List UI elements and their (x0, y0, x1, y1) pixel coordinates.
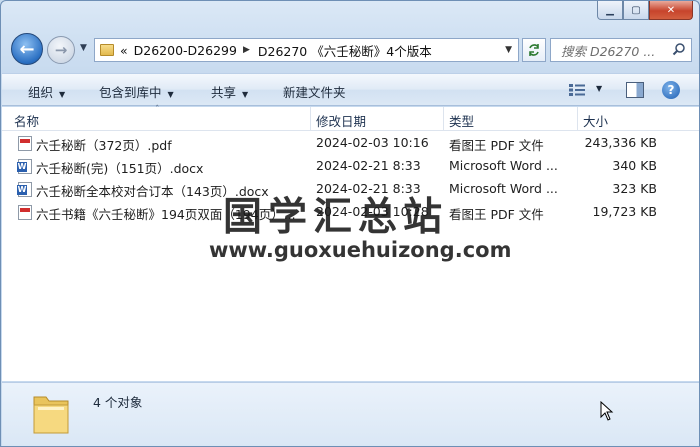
item-count: 4 个对象 (93, 395, 143, 410)
preview-pane-icon[interactable] (626, 82, 644, 98)
file-type: Microsoft Word ... (449, 181, 558, 196)
word-file-icon (17, 182, 32, 197)
column-header-row: ˆ 名称 修改日期 类型 大小 (2, 105, 699, 131)
search-input[interactable]: 搜索 D26270 ... (550, 38, 692, 62)
file-date: 2024-02-03 10:16 (316, 135, 429, 150)
refresh-icon (529, 44, 539, 56)
file-row[interactable]: 六壬秘断（372页）.pdf 2024-02-03 10:16 看图王 PDF … (2, 132, 699, 154)
column-name[interactable]: 名称 (14, 111, 39, 130)
forward-button[interactable]: → (47, 36, 75, 64)
view-dropdown-icon[interactable]: ▼ (596, 84, 602, 93)
address-bar[interactable]: « D26200-D26299 ▶ D26270 《六壬秘断》4个版本 ▼ (94, 38, 519, 62)
caption-buttons: ▁ ▢ ✕ (597, 1, 693, 20)
mouse-cursor-icon (600, 401, 614, 421)
folder-icon (33, 396, 69, 434)
column-divider[interactable] (310, 107, 311, 131)
folder-icon (100, 44, 114, 56)
column-date[interactable]: 修改日期 (316, 111, 366, 130)
command-toolbar: 组织 ▼ 包含到库中 ▼ 共享 ▼ 新建文件夹 ▼ ? (2, 73, 699, 106)
breadcrumb-current[interactable]: D26270 《六壬秘断》4个版本 (258, 41, 432, 60)
watermark-title: 国学汇总站 (223, 195, 449, 240)
file-type: 看图王 PDF 文件 (449, 207, 544, 222)
column-divider[interactable] (577, 107, 578, 131)
file-name: 六壬秘断（372页）.pdf (36, 138, 172, 153)
column-divider[interactable] (443, 107, 444, 131)
word-file-icon (17, 159, 32, 174)
help-icon[interactable]: ? (662, 81, 680, 99)
file-type: 看图王 PDF 文件 (449, 138, 544, 153)
organize-label: 组织 (28, 85, 54, 100)
navigation-bar: ← → ▼ « D26200-D26299 ▶ D26270 《六壬秘断》4个版… (1, 31, 699, 67)
watermark-url: www.guoxuehuizong.com (209, 238, 512, 262)
chevron-down-icon: ▼ (242, 90, 249, 99)
breadcrumb-parent[interactable]: D26200-D26299 (134, 43, 237, 58)
minimize-button[interactable]: ▁ (597, 1, 623, 20)
details-pane: 4 个对象 (2, 382, 699, 446)
share-menu[interactable]: 共享 ▼ (211, 82, 248, 101)
organize-menu[interactable]: 组织 ▼ (28, 82, 65, 101)
sort-ascending-icon: ˆ (155, 105, 160, 115)
file-type: Microsoft Word ... (449, 158, 558, 173)
back-button[interactable]: ← (11, 33, 43, 65)
include-in-library-menu[interactable]: 包含到库中 ▼ (99, 82, 174, 101)
recent-pages-dropdown-icon[interactable]: ▼ (80, 43, 87, 53)
file-size: 243,336 KB (584, 135, 657, 150)
file-size: 19,723 KB (592, 204, 657, 219)
file-size: 323 KB (612, 181, 657, 196)
maximize-button[interactable]: ▢ (623, 1, 649, 20)
file-row[interactable]: 六壬秘断(完)（151页）.docx 2024-02-21 8:33 Micro… (2, 155, 699, 177)
search-placeholder: 搜索 D26270 ... (561, 43, 656, 59)
file-date: 2024-02-21 8:33 (316, 158, 421, 173)
address-dropdown-icon[interactable]: ▼ (505, 45, 512, 55)
search-icon[interactable] (672, 42, 686, 56)
change-view-icon[interactable] (568, 83, 586, 97)
address-overflow[interactable]: « (120, 43, 128, 58)
include-library-label: 包含到库中 (99, 85, 162, 100)
breadcrumb-separator-icon[interactable]: ▶ (243, 45, 250, 55)
column-size[interactable]: 大小 (583, 111, 608, 130)
refresh-button[interactable] (522, 38, 546, 62)
share-label: 共享 (211, 85, 237, 100)
close-button[interactable]: ✕ (649, 1, 693, 20)
new-folder-button[interactable]: 新建文件夹 (283, 82, 346, 101)
explorer-window: ▁ ▢ ✕ ← → ▼ « D26200-D26299 ▶ D26270 《六壬… (0, 0, 700, 447)
file-size: 340 KB (612, 158, 657, 173)
pdf-file-icon (18, 205, 32, 220)
pdf-file-icon (18, 136, 32, 151)
column-type[interactable]: 类型 (449, 111, 474, 130)
chevron-down-icon: ▼ (167, 90, 174, 99)
chevron-down-icon: ▼ (59, 90, 66, 99)
file-name: 六壬秘断(完)（151页）.docx (36, 161, 204, 176)
